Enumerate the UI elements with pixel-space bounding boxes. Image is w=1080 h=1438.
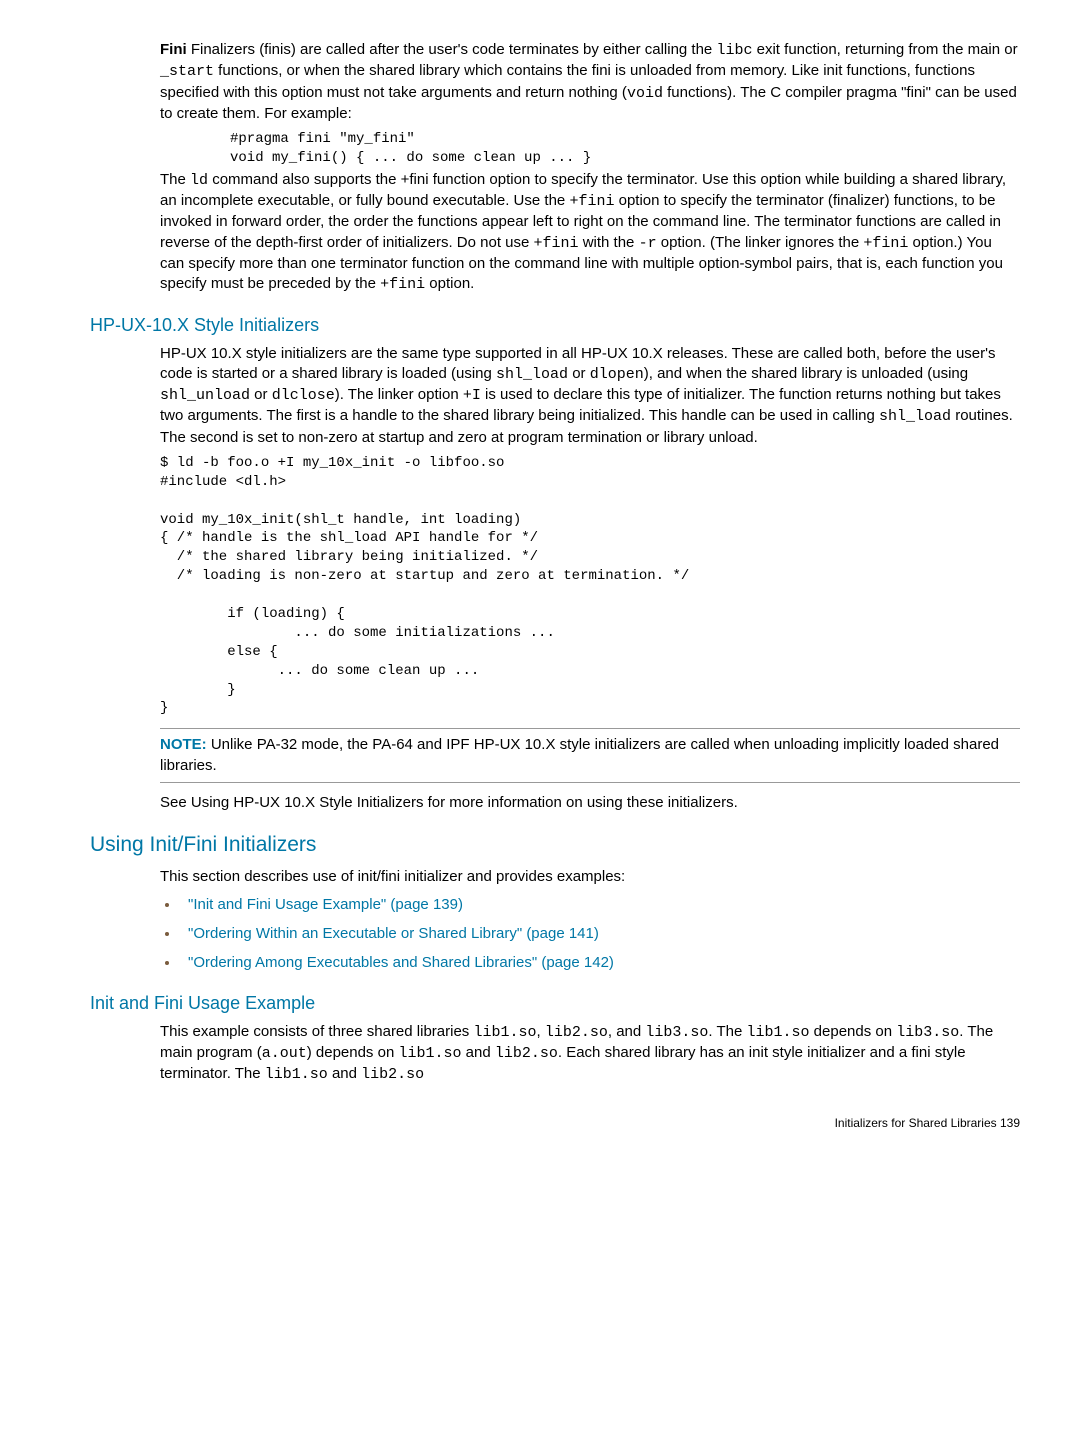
list-item: "Ordering Within an Executable or Shared… [180,923,1020,944]
page-footer: Initializers for Shared Libraries 139 [90,1115,1020,1131]
list-item: "Init and Fini Usage Example" (page 139) [180,894,1020,915]
code-block-1: #pragma fini "my_fini" void my_fini() { … [230,130,1020,168]
note-text: Unlike PA-32 mode, the PA-64 and IPF HP-… [160,736,999,773]
link-ordering-within[interactable]: "Ordering Within an Executable or Shared… [188,925,599,942]
intro-paragraph: This section describes use of init/fini … [160,867,1020,887]
see-paragraph: See Using HP-UX 10.X Style Initializers … [160,793,1020,813]
note-box: NOTE: Unlike PA-32 mode, the PA-64 and I… [160,728,1020,783]
fini-bold: Fini [160,41,187,58]
code-block-2: $ ld -b foo.o +I my_10x_init -o libfoo.s… [160,454,1020,718]
hpux-paragraph: HP-UX 10.X style initializers are the sa… [160,344,1020,448]
example-paragraph: This example consists of three shared li… [160,1022,1020,1086]
heading-init-fini: Using Init/Fini Initializers [90,831,1020,859]
link-list: "Init and Fini Usage Example" (page 139)… [180,894,1020,974]
heading-init-fini-example: Init and Fini Usage Example [90,991,1020,1015]
link-init-fini-example[interactable]: "Init and Fini Usage Example" (page 139) [188,896,463,913]
ld-paragraph: The ld command also supports the +fini f… [160,170,1020,296]
heading-hpux-initializers: HP-UX-10.X Style Initializers [90,313,1020,337]
list-item: "Ordering Among Executables and Shared L… [180,952,1020,973]
note-label: NOTE: [160,736,207,753]
link-ordering-among[interactable]: "Ordering Among Executables and Shared L… [188,954,614,971]
fini-paragraph: Fini Finalizers (finis) are called after… [160,40,1020,124]
